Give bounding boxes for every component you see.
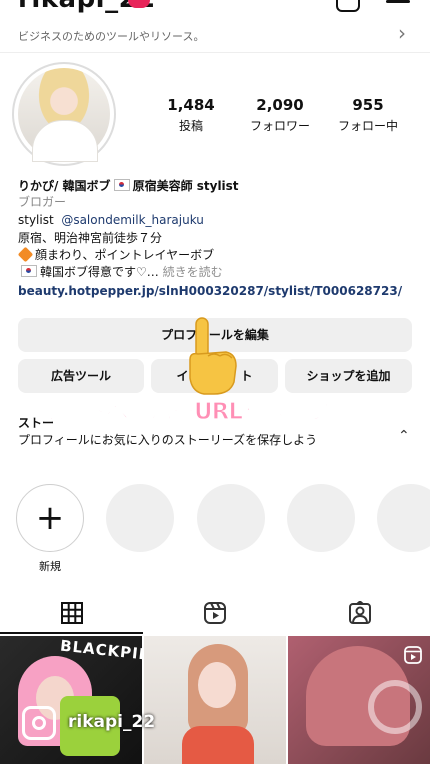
followers-count: 2,090 <box>256 96 304 114</box>
following-label: フォロー中 <box>337 119 398 133</box>
bio-name-part2: 原宿美容師 stylist <box>132 179 239 193</box>
tab-reels[interactable] <box>143 596 286 634</box>
highlight-placeholder <box>106 484 174 552</box>
grid-post-3[interactable] <box>288 636 430 764</box>
ad-tools-button[interactable]: 広告ツール <box>18 359 144 393</box>
add-shop-button[interactable]: ショップを追加 <box>285 359 412 393</box>
bio-line1-prefix: stylist <box>18 213 54 227</box>
grid-post-1[interactable]: BLACKPINK <box>0 636 142 764</box>
menu-icon[interactable] <box>386 0 410 3</box>
tagged-person-icon <box>349 601 371 624</box>
stat-posts[interactable]: 1,484 投稿 <box>151 96 231 134</box>
profile-tabs <box>0 596 430 634</box>
bio-category: ブロガー <box>18 195 67 209</box>
orange-heart-icon <box>17 246 34 263</box>
bio-line3-text: 顔まわり、ポイントレイヤーボブ <box>35 248 215 262</box>
insights-label-end: ト <box>240 369 253 383</box>
reel-badge-icon <box>404 646 422 664</box>
tab-posts-grid[interactable] <box>0 596 143 634</box>
posts-count: 1,484 <box>167 96 215 114</box>
watermark-handle: rikapi_22 <box>68 712 156 732</box>
bio-display-name: りかぴ/ 韓国ボブ 原宿美容師 stylist <box>18 178 239 195</box>
story-highlights-title: ストー <box>18 416 55 430</box>
following-count: 955 <box>352 96 384 114</box>
posts-label: 投稿 <box>178 119 203 133</box>
pointing-hand-icon <box>189 317 237 395</box>
highlight-placeholder <box>287 484 355 552</box>
tools-banner-text: ビジネスのためのツールやリソース。 <box>18 30 205 43</box>
highlight-placeholder <box>197 484 265 552</box>
post-image-shape <box>198 662 236 708</box>
read-more-link[interactable]: 続きを読む <box>163 265 223 279</box>
bio-line-3: 顔まわり、ポイントレイヤーボブ <box>17 246 215 264</box>
reels-icon <box>204 602 226 624</box>
korea-flag-icon <box>21 265 37 277</box>
new-highlight-button[interactable]: + <box>16 484 84 552</box>
bio-name-part1: りかぴ/ 韓国ボブ <box>18 179 111 193</box>
new-highlight-label: 新規 <box>39 560 61 573</box>
followers-label: フォロワー <box>249 119 310 133</box>
create-post-icon[interactable] <box>336 0 360 12</box>
korea-flag-icon <box>113 179 130 191</box>
stat-followers[interactable]: 2,090 フォロワー <box>240 96 320 134</box>
hotpepper-url-link[interactable]: beauty.hotpepper.jp/slnH000320287/stylis… <box>18 283 402 300</box>
chevron-up-icon[interactable]: ⌃ <box>398 428 410 444</box>
story-highlights-subtitle: プロフィールにお気に入りのストーリーズを保存しよう <box>18 433 318 447</box>
bio-line4-text: 韓国ボブ得意です♡… <box>40 265 159 279</box>
tab-tagged[interactable] <box>287 596 430 634</box>
stat-following[interactable]: 955 フォロー中 <box>328 96 408 134</box>
tap-instruction-caption: ホットペッパーURLをタップ <box>39 398 331 425</box>
top-bar: rikapi_22 <box>0 0 430 14</box>
highlight-placeholder <box>377 484 430 552</box>
instagram-logo-icon <box>22 706 56 740</box>
post-image-shape <box>182 726 254 764</box>
bio-line-2: 原宿、明治神宮前徒歩７分 <box>18 231 163 245</box>
salon-mention-link[interactable]: @salondemilk_harajuku <box>61 213 204 227</box>
grid-post-2[interactable] <box>144 636 286 764</box>
professional-tools-banner[interactable]: ビジネスのためのツールやリソース。 › <box>0 18 430 53</box>
plus-icon: + <box>35 498 65 538</box>
post-image-shape <box>368 680 422 734</box>
bio-line-4: 韓国ボブ得意です♡… 続きを読む <box>18 264 223 281</box>
bio-line-1: stylist @salondemilk_harajuku <box>18 212 204 229</box>
chevron-right-icon: › <box>398 21 406 45</box>
grid-icon <box>61 602 83 624</box>
